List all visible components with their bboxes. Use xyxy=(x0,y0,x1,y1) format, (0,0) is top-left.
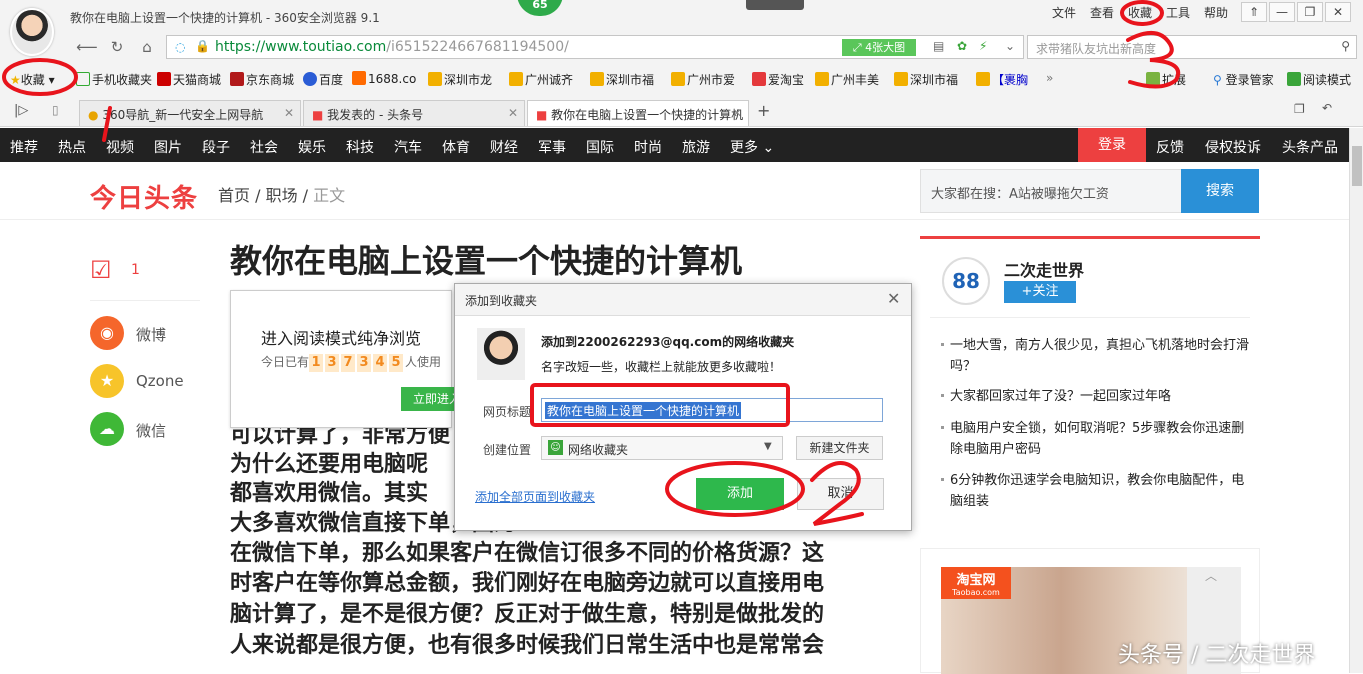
annotation-circle-add xyxy=(665,461,805,517)
annotation-circle-menu xyxy=(1120,0,1164,26)
annotation-layer xyxy=(2,0,1181,526)
annotation-number-2 xyxy=(810,460,864,526)
annotation-box-title xyxy=(530,383,790,427)
annotation-circle-favorites xyxy=(2,58,78,96)
annotation-number-3 xyxy=(1126,31,1181,89)
annotation-number-1 xyxy=(102,106,112,142)
